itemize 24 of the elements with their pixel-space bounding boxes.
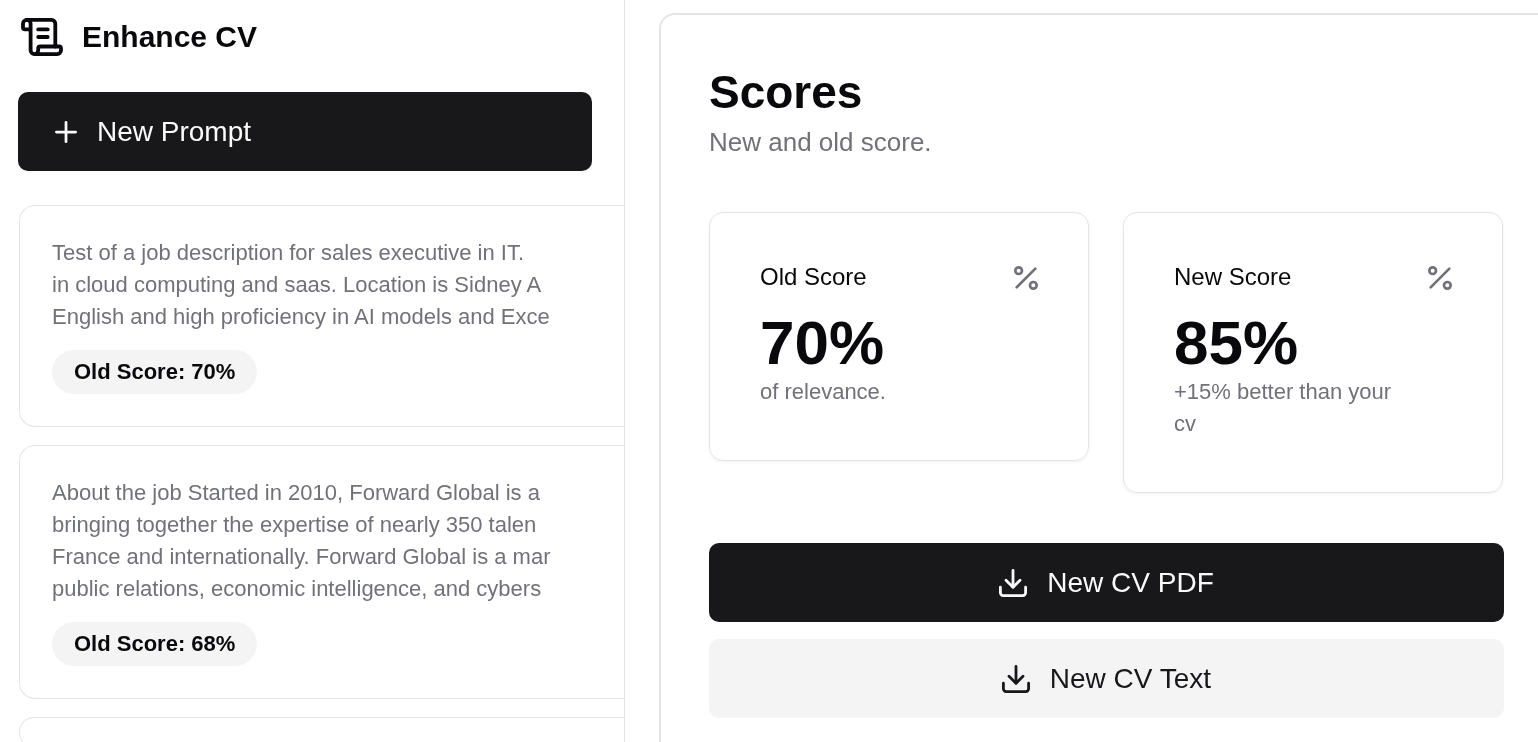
score-note: +15% better than your cv bbox=[1174, 378, 1393, 439]
old-score-badge: Old Score: 70% bbox=[52, 350, 258, 394]
scroll-icon bbox=[20, 18, 64, 56]
prompt-card[interactable]: Test of a job description for sales executive in IT. in cloud computing and saas. Location is Sidney A English and high proficiency in AI models and Exce Old Score: 70% bbox=[19, 205, 624, 427]
score-note: of relevance. bbox=[760, 378, 887, 407]
prompt-text: About the job Started in 2010, Forward Global is a bringing together the expertise of nearly 350 talen France and internationally. Forward Global is a mar public relations, economic intelligence, and cybers bbox=[52, 479, 552, 603]
download-icon bbox=[999, 568, 1028, 597]
download-icon bbox=[1001, 664, 1030, 693]
new-prompt-button[interactable]: New Prompt bbox=[18, 92, 592, 171]
percent-icon bbox=[1014, 265, 1038, 290]
score-value: 85% bbox=[1174, 312, 1300, 375]
download-button[interactable]: New CV PDF bbox=[709, 543, 1504, 623]
panel-subtitle: New and old score. bbox=[709, 125, 933, 159]
download-button[interactable]: New CV Text bbox=[709, 639, 1504, 719]
app-title: Enhance CV bbox=[82, 22, 258, 52]
score-label: Old Score bbox=[760, 263, 867, 293]
old-score-badge: Old Score: 68% bbox=[52, 622, 258, 666]
panel-title: Scores bbox=[709, 67, 864, 118]
plus-icon bbox=[55, 120, 77, 143]
score-label: New Score bbox=[1174, 263, 1292, 293]
prompt-text: Test of a job description for sales executive in IT. in cloud computing and saas. Location is Sidney A English and high proficiency in AI models and Exce bbox=[52, 239, 551, 331]
score-value: 70% bbox=[760, 312, 886, 375]
percent-icon bbox=[1428, 265, 1452, 290]
prompt-card[interactable] bbox=[19, 445, 624, 699]
